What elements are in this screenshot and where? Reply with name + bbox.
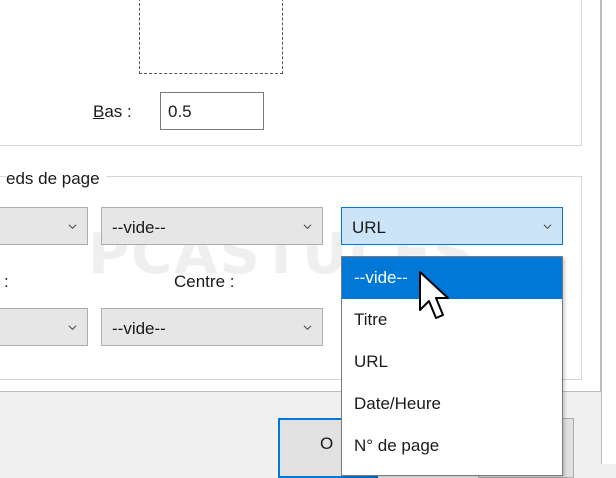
chevron-down-icon bbox=[303, 224, 312, 230]
chevron-down-icon bbox=[543, 224, 552, 230]
bottom-margin-accesskey: B bbox=[93, 102, 105, 121]
chevron-down-icon bbox=[68, 224, 77, 230]
header-center-value: --vide-- bbox=[112, 218, 166, 237]
header-footer-legend: eds de page bbox=[6, 169, 106, 189]
bottom-margin-label: Bas : bbox=[93, 102, 132, 122]
ok-button-label: O bbox=[320, 434, 334, 453]
header-left-select[interactable] bbox=[0, 207, 88, 245]
dropdown-option-url[interactable]: URL bbox=[342, 341, 562, 383]
mouse-pointer-icon bbox=[419, 271, 449, 319]
right-window-edge bbox=[601, 0, 616, 464]
chevron-down-icon bbox=[68, 325, 77, 331]
footer-left-label: : bbox=[4, 272, 9, 291]
bottom-margin-label-text: as : bbox=[104, 102, 132, 121]
footer-center-select[interactable]: --vide-- bbox=[101, 308, 323, 346]
page-preview bbox=[139, 0, 283, 74]
bottom-margin-input[interactable]: 0.5 bbox=[160, 92, 264, 130]
dropdown-option-page-number[interactable]: N° de page bbox=[342, 425, 562, 467]
chevron-down-icon bbox=[303, 325, 312, 331]
dropdown-option-date-heure[interactable]: Date/Heure bbox=[342, 383, 562, 425]
header-right-select[interactable]: URL bbox=[341, 207, 563, 245]
header-center-select[interactable]: --vide-- bbox=[101, 207, 323, 245]
header-right-value: URL bbox=[352, 218, 387, 237]
footer-left-select[interactable] bbox=[0, 308, 88, 346]
footer-center-value: --vide-- bbox=[112, 319, 166, 338]
margins-group: Bas : 0.5 bbox=[0, 0, 582, 146]
footer-center-label: Centre : bbox=[174, 272, 235, 291]
